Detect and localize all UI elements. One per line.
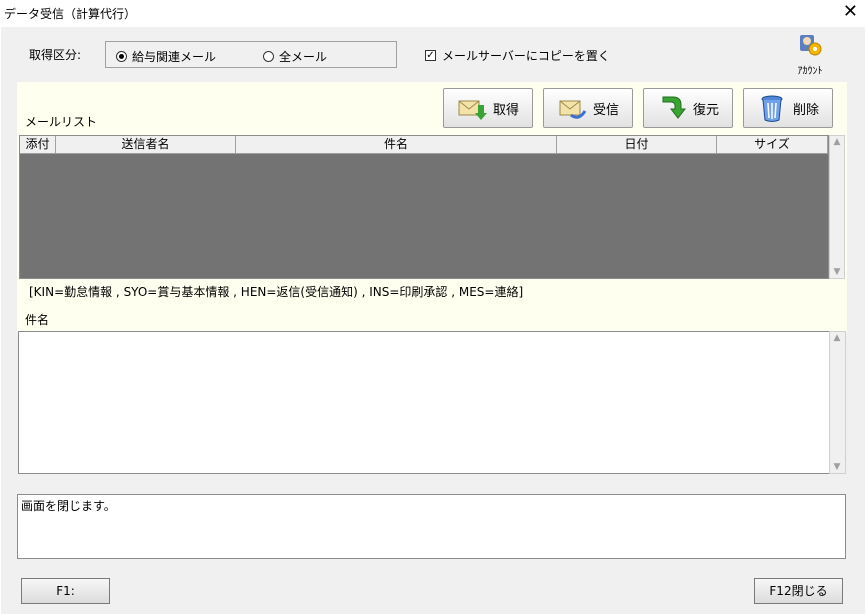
scroll-up-icon[interactable]: ▲ — [830, 137, 844, 147]
subject-textarea[interactable] — [18, 331, 830, 474]
radio-selected-icon — [116, 51, 127, 62]
column-header-subject[interactable]: 件名 — [236, 136, 557, 154]
envelope-download-icon — [458, 100, 487, 120]
trash-icon — [761, 95, 783, 122]
mail-list-panel: メールリスト 取得 受信 復元 削除 添付 送信者名 件名 日付 サイズ ▲ ▼… — [17, 82, 847, 332]
f12-close-button[interactable]: F12閉じる — [754, 578, 843, 604]
copy-on-server-checkbox[interactable]: ✓ メールサーバーにコピーを置く — [425, 47, 610, 64]
close-icon[interactable]: ✕ — [843, 2, 858, 22]
column-header-date[interactable]: 日付 — [557, 136, 717, 154]
radio-salary-mail[interactable]: 給与関連メール — [116, 48, 216, 65]
delete-button[interactable]: 削除 — [743, 88, 833, 128]
filter-label: 取得区分: — [29, 48, 82, 62]
restore-button[interactable]: 復元 — [643, 88, 733, 128]
scroll-down-icon[interactable]: ▼ — [830, 267, 844, 277]
subject-scrollbar[interactable]: ▲ ▼ — [829, 331, 846, 474]
filter-radio-group: 給与関連メール 全メール — [105, 41, 397, 68]
window-title: データ受信（計算代行） — [4, 7, 137, 21]
f1-button[interactable]: F1: — [21, 578, 110, 604]
dialog-client: 取得区分: 給与関連メール 全メール ✓ メールサーバーにコピーを置く ｱｶｳﾝ… — [1, 27, 865, 614]
status-message: 画面を閉じます。 — [17, 494, 846, 559]
checkbox-checked-icon: ✓ — [425, 50, 436, 61]
account-button[interactable]: ｱｶｳﾝﾄ — [785, 33, 835, 79]
scroll-down-icon[interactable]: ▼ — [830, 462, 844, 472]
account-label: ｱｶｳﾝﾄ — [797, 66, 823, 77]
mail-list-scrollbar[interactable]: ▲ ▼ — [829, 135, 845, 279]
title-bar: データ受信（計算代行） ✕ — [0, 0, 866, 27]
receive-button-label: 受信 — [592, 102, 619, 118]
fetch-button[interactable]: 取得 — [443, 88, 533, 128]
mail-list-grid[interactable]: 添付 送信者名 件名 日付 サイズ — [19, 135, 829, 279]
restore-arrow-icon — [662, 96, 687, 119]
column-header-attachment[interactable]: 添付 — [20, 136, 56, 154]
column-header-size[interactable]: サイズ — [717, 136, 828, 154]
account-settings-icon — [800, 35, 822, 56]
envelope-receive-icon — [559, 100, 587, 119]
grid-header: 添付 送信者名 件名 日付 サイズ — [20, 136, 828, 154]
column-header-sender[interactable]: 送信者名 — [56, 136, 236, 154]
radio-unselected-icon — [263, 51, 274, 62]
radio-salary-mail-label: 給与関連メール — [132, 50, 217, 64]
mail-list-label: メールリスト — [25, 115, 98, 129]
radio-all-mail-label: 全メール — [279, 50, 328, 64]
scroll-up-icon[interactable]: ▲ — [830, 333, 844, 343]
subject-label: 件名 — [25, 313, 50, 327]
receive-button[interactable]: 受信 — [543, 88, 633, 128]
radio-all-mail[interactable]: 全メール — [263, 48, 327, 65]
delete-button-label: 削除 — [792, 102, 819, 118]
copy-on-server-label: メールサーバーにコピーを置く — [442, 49, 610, 63]
restore-button-label: 復元 — [692, 102, 719, 118]
type-code-legend: [KIN=勤怠情報 , SYO=賞与基本情報 , HEN=返信(受信通知) , … — [29, 285, 524, 299]
fetch-button-label: 取得 — [492, 102, 519, 118]
